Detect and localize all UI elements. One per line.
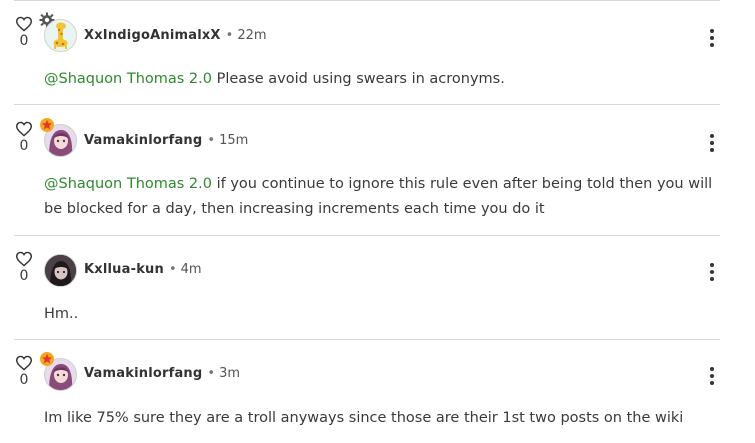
username-link[interactable]: Vamakinlorfang <box>84 366 202 381</box>
like-count: 0 <box>19 372 29 388</box>
heart-icon <box>15 251 33 267</box>
comment-body: @Shaquon Thomas 2.0 Please avoid using s… <box>44 67 714 92</box>
comment-thread: 0 XxIndigoAnimalxX • 22m @Shaquon Thomas… <box>0 0 755 443</box>
timestamp[interactable]: 22m <box>237 28 266 43</box>
heart-icon <box>15 355 33 371</box>
heart-icon <box>15 121 33 137</box>
avatar[interactable] <box>44 19 77 52</box>
like-button[interactable]: 0 <box>14 355 34 388</box>
more-options-button[interactable] <box>706 367 718 387</box>
username-link[interactable]: XxIndigoAnimalxX <box>84 28 221 43</box>
more-options-button[interactable] <box>706 29 718 49</box>
giraffe-avatar <box>45 20 76 51</box>
user-mention-link[interactable]: @Shaquon Thomas 2.0 <box>44 71 212 87</box>
separator-dot: • <box>225 28 234 43</box>
comment-text: Im like 75% sure they are a troll anyway… <box>44 410 684 426</box>
star-badge-icon <box>39 351 55 367</box>
comment-item: 0 Vamakinlorfang • 15m @Shaquon Thomas 2… <box>0 105 755 236</box>
separator-dot: • <box>168 262 177 277</box>
comment-header: XxIndigoAnimalxX • 22m <box>84 28 267 44</box>
like-count: 0 <box>19 268 29 284</box>
separator-dot: • <box>207 133 216 148</box>
username-link[interactable]: Kxllua-kun <box>84 262 164 277</box>
comment-body: @Shaquon Thomas 2.0 if you continue to i… <box>44 172 714 222</box>
more-options-button[interactable] <box>706 263 718 283</box>
comment-item: 0 Vamakinlorfang • 3m Im like 75% sure t… <box>0 340 755 443</box>
timestamp[interactable]: 4m <box>181 262 202 277</box>
avatar[interactable] <box>44 254 77 287</box>
comment-item: 0 XxIndigoAnimalxX • 22m @Shaquon Thomas… <box>0 0 755 105</box>
username-link[interactable]: Vamakinlorfang <box>84 133 202 148</box>
like-count: 0 <box>19 33 29 49</box>
comment-text: Please avoid using swears in acronyms. <box>212 71 505 87</box>
comment-body: Im like 75% sure they are a troll anyway… <box>44 406 714 431</box>
user-mention-link[interactable]: @Shaquon Thomas 2.0 <box>44 176 212 192</box>
like-count: 0 <box>19 138 29 154</box>
star-badge-icon <box>39 117 55 133</box>
comment-header: Vamakinlorfang • 3m <box>84 366 240 382</box>
timestamp[interactable]: 15m <box>219 133 248 148</box>
comment-text: Hm.. <box>44 306 79 322</box>
like-button[interactable]: 0 <box>14 121 34 154</box>
dark-anime-avatar <box>45 255 76 286</box>
separator-dot: • <box>207 366 216 381</box>
comment-item: 0 Kxllua-kun • 4m Hm.. <box>0 236 755 340</box>
timestamp[interactable]: 3m <box>219 366 240 381</box>
more-options-button[interactable] <box>706 134 718 154</box>
like-button[interactable]: 0 <box>14 251 34 284</box>
like-button[interactable]: 0 <box>14 16 34 49</box>
comment-body: Hm.. <box>44 302 714 327</box>
heart-icon <box>15 16 33 32</box>
comment-header: Kxllua-kun • 4m <box>84 262 202 278</box>
comment-header: Vamakinlorfang • 15m <box>84 133 248 149</box>
